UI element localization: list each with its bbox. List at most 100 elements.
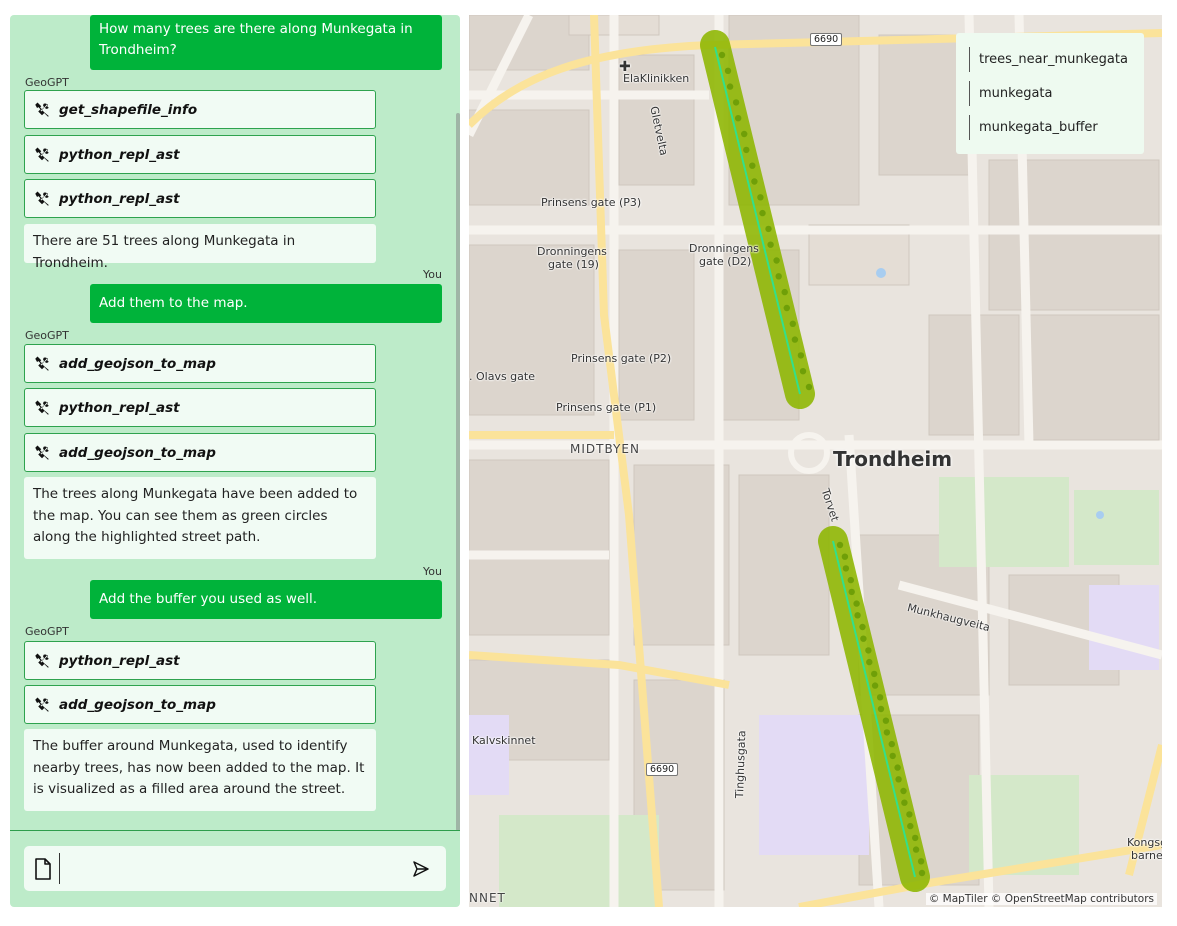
tree-marker[interactable] [901, 799, 908, 806]
tree-marker[interactable] [797, 352, 805, 359]
poi-label: Kongsg [1127, 836, 1162, 849]
tree-marker[interactable] [860, 635, 867, 642]
tree-marker[interactable] [906, 811, 913, 818]
tool-name: python_repl_ast [59, 399, 180, 416]
tree-marker[interactable] [842, 565, 850, 572]
tree-marker[interactable] [743, 146, 750, 154]
tool-call[interactable]: add_geojson_to_map [24, 685, 376, 724]
tree-marker[interactable] [718, 51, 726, 59]
tree-marker[interactable] [791, 336, 799, 343]
tree-marker[interactable] [877, 705, 885, 713]
tree-marker[interactable] [841, 553, 849, 560]
tree-marker[interactable] [789, 320, 796, 327]
tree-marker[interactable] [751, 178, 758, 185]
tree-marker[interactable] [894, 764, 901, 771]
tree-marker[interactable] [889, 752, 896, 760]
tree-marker[interactable] [775, 273, 782, 280]
tree-marker[interactable] [876, 694, 884, 701]
tree-marker[interactable] [895, 776, 902, 783]
send-icon[interactable] [412, 860, 430, 878]
tree-marker[interactable] [888, 740, 895, 748]
tree-marker[interactable] [805, 383, 813, 391]
tree-marker[interactable] [767, 241, 774, 248]
tree-marker[interactable] [783, 304, 790, 312]
tool-call[interactable]: add_geojson_to_map [24, 433, 376, 472]
user-sender-label: You [423, 565, 442, 578]
bus-stop-label: Prinsens gate (P1) [556, 401, 657, 414]
tool-call[interactable]: add_geojson_to_map [24, 344, 376, 383]
tree-marker[interactable] [853, 600, 860, 607]
tree-marker[interactable] [724, 67, 732, 74]
tree-marker[interactable] [848, 588, 855, 596]
tool-call[interactable]: python_repl_ast [24, 135, 376, 174]
tool-call[interactable]: python_repl_ast [24, 388, 376, 427]
bot-message: The trees along Munkegata have been adde… [24, 477, 376, 559]
legend-item-buffer[interactable]: munkegata_buffer [969, 115, 1098, 140]
tool-name: get_shapefile_info [59, 101, 198, 118]
bot-message: There are 51 trees along Munkegata in Tr… [24, 224, 376, 271]
tree-marker[interactable] [735, 115, 742, 122]
file-icon[interactable] [34, 858, 52, 880]
bus-stop-label: Prinsens gate (P3) [541, 196, 642, 209]
tool-name: add_geojson_to_map [59, 444, 216, 461]
tree-marker[interactable] [741, 130, 748, 138]
tree-marker[interactable] [836, 541, 844, 549]
district-label: MIDTBYEN [570, 442, 640, 456]
tree-marker[interactable] [781, 288, 788, 296]
tree-marker[interactable] [847, 576, 854, 584]
tree-marker[interactable] [918, 869, 926, 877]
tools-icon [35, 147, 49, 162]
tree-marker[interactable] [907, 822, 914, 830]
tool-call[interactable]: python_repl_ast [24, 641, 376, 680]
tool-name: add_geojson_to_map [59, 696, 216, 713]
tools-icon [35, 102, 49, 117]
tool-name: python_repl_ast [59, 146, 180, 163]
user-sender-label: You [423, 268, 442, 281]
tree-marker[interactable] [883, 729, 891, 736]
tools-icon [35, 400, 49, 415]
tree-marker[interactable] [871, 670, 878, 678]
map-view[interactable]: ElaKlinikken Gletvelta Prinsens gate (P3… [469, 15, 1162, 907]
tools-icon [35, 356, 49, 371]
tree-marker[interactable] [732, 99, 740, 106]
tree-marker[interactable] [799, 368, 807, 375]
legend-item-trees[interactable]: trees_near_munkegata [969, 47, 1128, 72]
tree-marker[interactable] [900, 787, 907, 795]
chat-scrollbar[interactable] [456, 113, 460, 830]
poi-label: barnel [1131, 849, 1162, 862]
bus-stop-label: gate (19) [548, 258, 599, 271]
bot-sender-label: GeoGPT [25, 625, 69, 638]
legend-item-munkegata[interactable]: munkegata [969, 81, 1053, 106]
tool-name: python_repl_ast [59, 190, 180, 207]
tree-marker[interactable] [866, 658, 873, 666]
bus-stop-label: Dronningens [689, 242, 759, 255]
chat-history[interactable]: How many trees are there along Munkegata… [10, 15, 460, 831]
tree-marker[interactable] [757, 194, 764, 201]
message-input-bar [24, 846, 446, 891]
chat-panel: How many trees are there along Munkegata… [10, 15, 460, 907]
tree-marker[interactable] [854, 612, 861, 619]
message-input[interactable] [66, 854, 396, 883]
bus-stop-label: Prinsens gate (P2) [571, 352, 672, 365]
tree-marker[interactable] [773, 257, 780, 264]
bus-stop-label: Dronningens [537, 245, 607, 258]
tree-marker[interactable] [865, 647, 872, 654]
user-message: Add them to the map. [90, 284, 442, 323]
tools-icon [35, 191, 49, 206]
tree-marker[interactable] [726, 83, 734, 90]
tool-call[interactable]: get_shapefile_info [24, 90, 376, 129]
hospital-icon: ✚ [619, 59, 631, 75]
road-number-shield: 6690 [646, 763, 679, 776]
tree-marker[interactable] [749, 162, 756, 169]
tool-call[interactable]: python_repl_ast [24, 179, 376, 218]
tree-marker[interactable] [759, 209, 766, 217]
user-message: How many trees are there along Munkegata… [90, 15, 442, 70]
tree-marker[interactable] [912, 846, 920, 853]
tree-marker[interactable] [882, 717, 890, 724]
tree-marker[interactable] [765, 225, 772, 233]
tree-marker[interactable] [917, 858, 925, 865]
district-label: NNET [469, 891, 506, 905]
tree-marker[interactable] [871, 682, 879, 689]
tree-marker[interactable] [859, 623, 866, 631]
tree-marker[interactable] [912, 834, 919, 842]
